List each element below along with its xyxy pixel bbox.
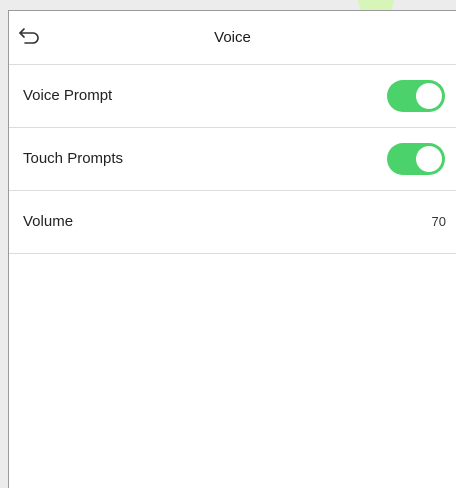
toggle-knob <box>416 146 442 172</box>
touch-prompts-label: Touch Prompts <box>23 150 124 167</box>
voice-prompt-row[interactable]: Voice Prompt <box>9 65 456 128</box>
toggle-knob <box>416 83 442 109</box>
volume-label: Volume <box>23 213 74 230</box>
page-title: Voice <box>214 29 251 46</box>
voice-prompt-toggle[interactable] <box>387 80 445 112</box>
touch-prompts-row[interactable]: Touch Prompts <box>9 128 456 191</box>
header-bar: Voice <box>9 11 456 65</box>
volume-value: 70 <box>431 214 446 229</box>
voice-settings-screen: Voice Voice Prompt Touch Prompts Volume … <box>8 10 456 488</box>
voice-prompt-label: Voice Prompt <box>23 87 113 104</box>
volume-row[interactable]: Volume 70 <box>9 191 456 254</box>
touch-prompts-toggle[interactable] <box>387 143 445 175</box>
